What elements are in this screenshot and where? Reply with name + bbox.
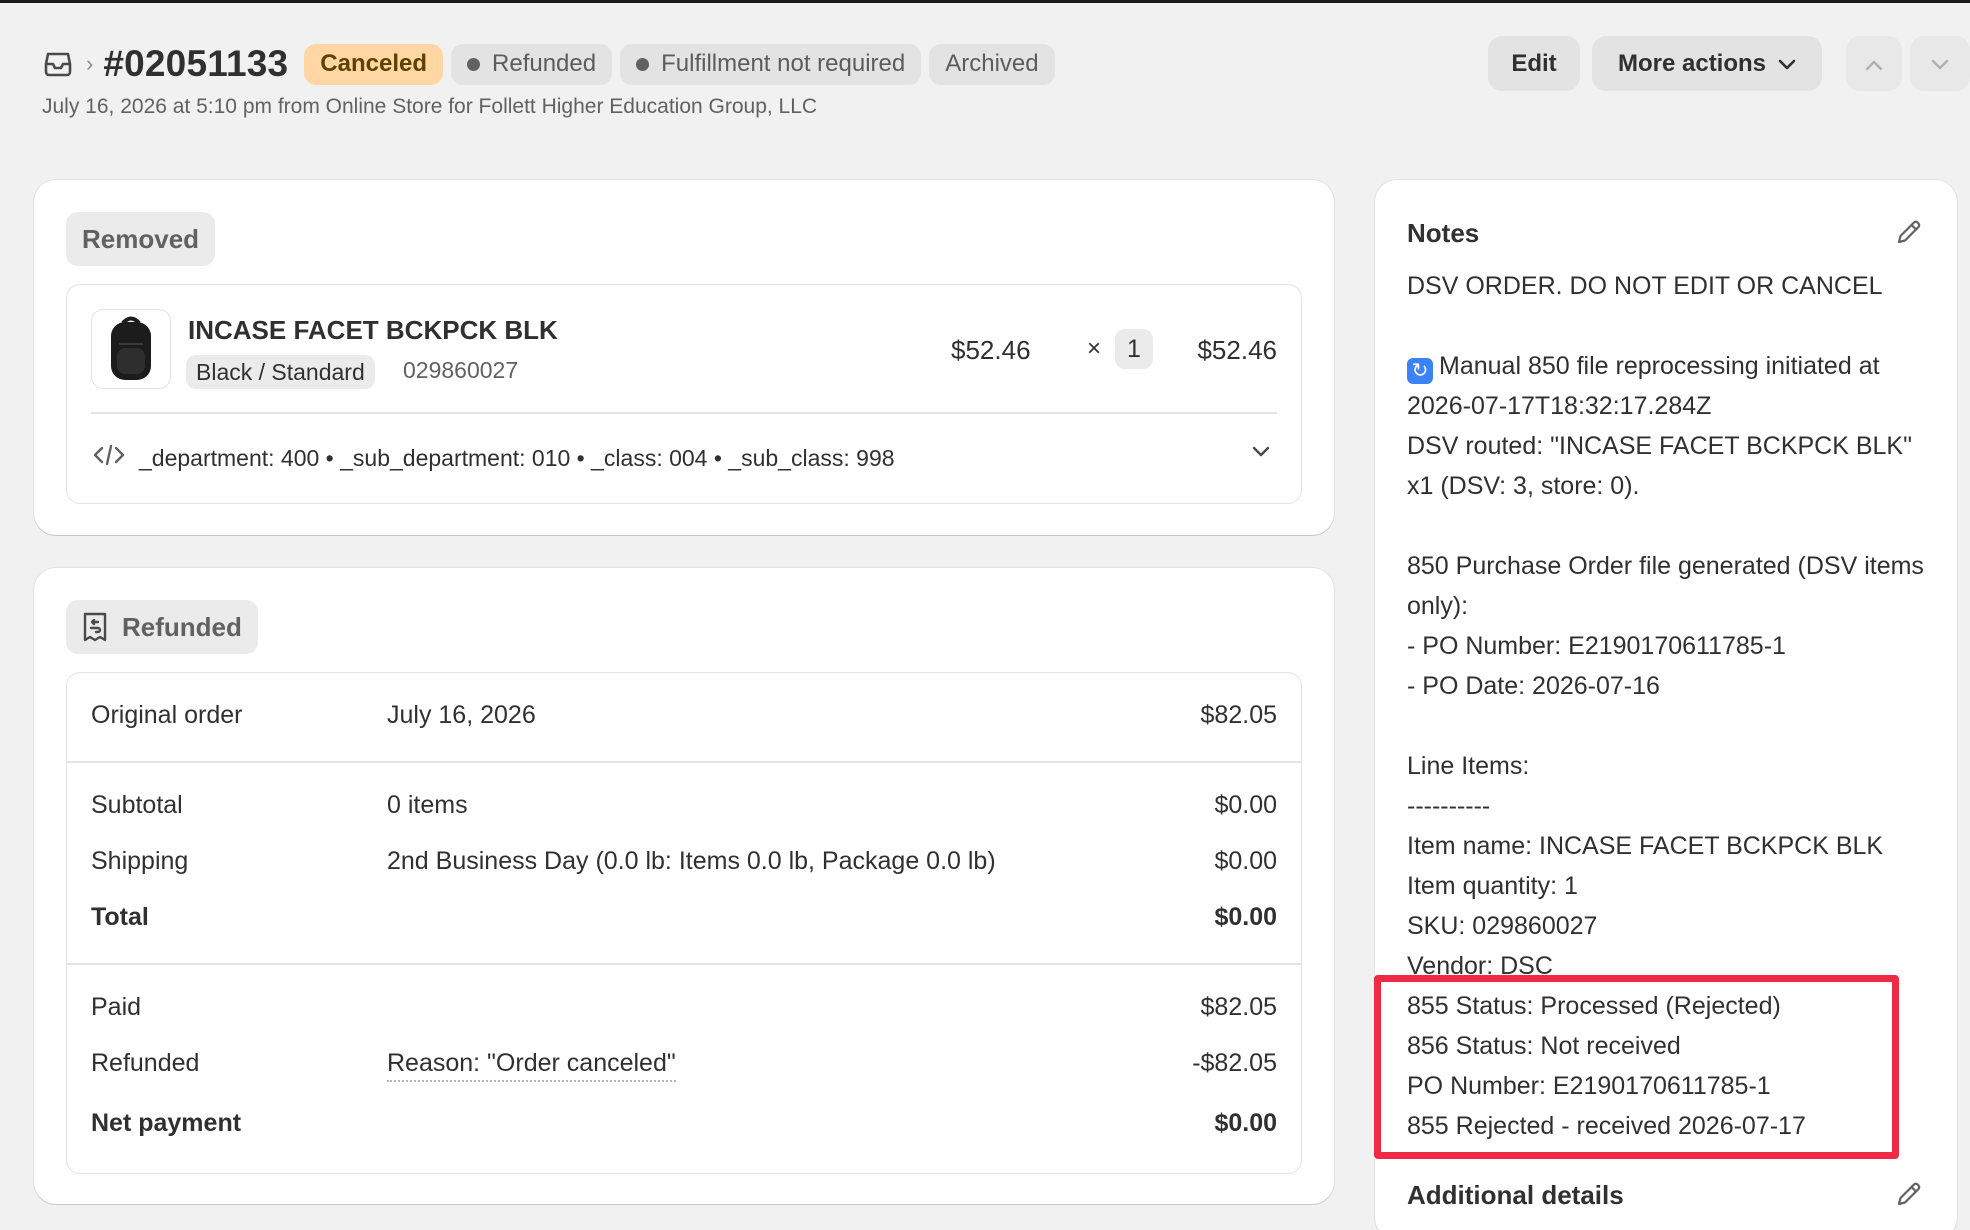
row-amount: $82.05 (1200, 993, 1277, 1021)
note-line (1407, 506, 1927, 546)
row-detail: July 16, 2026 (387, 701, 536, 729)
row-amount: $0.00 (1214, 847, 1277, 875)
chevron-down-icon (1931, 50, 1949, 78)
status-badge-canceled: Canceled (304, 43, 444, 85)
note-line: - PO Date: 2026-07-16 (1407, 672, 1660, 700)
row-detail: 0 items (387, 791, 468, 819)
refresh-icon: ↻ (1407, 358, 1433, 384)
refunded-payment-card: Refunded Original order July 16, 2026 $8… (34, 568, 1334, 1204)
note-line: PO Number: E2190170611785-1 (1407, 1072, 1771, 1100)
unit-price: $52.46 (951, 335, 1031, 365)
note-line: DSV ORDER. DO NOT EDIT OR CANCEL (1407, 272, 1883, 300)
row-label: Shipping (91, 847, 189, 875)
previous-order-button[interactable] (1846, 36, 1902, 91)
row-label: Paid (91, 993, 142, 1021)
quantity-badge: 1 (1115, 329, 1153, 369)
order-number-title: #02051133 (103, 43, 289, 84)
row-label: Refunded (91, 1049, 200, 1077)
row-amount: $0.00 (1214, 903, 1277, 931)
status-dot-icon (467, 57, 481, 71)
row-label: Subtotal (91, 791, 183, 819)
row-amount: $82.05 (1200, 701, 1277, 729)
product-name[interactable]: INCASE FACET BCKPCK BLK (188, 315, 558, 346)
more-actions-label: More actions (1617, 49, 1767, 77)
backpack-image (111, 316, 151, 380)
order-subline: July 16, 2026 at 5:10 pm from Online Sto… (42, 95, 818, 118)
notes-title: Notes (1407, 218, 1480, 248)
pencil-edit-icon[interactable] (1895, 1180, 1923, 1213)
badge-label: Fulfillment not required (661, 50, 906, 77)
note-line: - PO Number: E2190170611785-1 (1407, 632, 1786, 660)
note-line: SKU: 029860027 (1407, 912, 1598, 940)
line-total: $52.46 (1197, 335, 1277, 365)
note-line: Line Items: (1407, 752, 1530, 780)
page-header: › #02051133 Canceled Refunded Fulfillmen… (42, 40, 1063, 88)
payment-summary: Original order July 16, 2026 $82.05 Subt… (66, 672, 1302, 1174)
status-badge-archived: Archived (929, 43, 1055, 85)
divider (67, 963, 1301, 965)
multiply-sign: × (1087, 335, 1102, 362)
note-line: ↻ Manual 850 file reprocessing initiated … (1407, 346, 1927, 426)
row-label: Original order (91, 701, 243, 729)
note-line (1407, 306, 1927, 346)
note-line-text: Manual 850 file reprocessing initiated a… (1407, 352, 1880, 420)
note-line: 856 Status: Not received (1407, 1032, 1681, 1060)
row-label: Net payment (91, 1109, 242, 1137)
note-line (1407, 706, 1927, 746)
more-actions-button[interactable]: More actions (1592, 36, 1822, 91)
row-amount: $0.00 (1214, 791, 1277, 819)
additional-details-title: Additional details (1407, 1180, 1624, 1210)
next-order-button[interactable] (1910, 36, 1970, 91)
row-amount: -$82.05 (1192, 1049, 1277, 1077)
note-line: Vendor: DSC (1407, 952, 1553, 980)
code-icon (93, 443, 125, 472)
divider (91, 412, 1277, 414)
removed-label-text: Removed (82, 223, 200, 254)
note-line: Item quantity: 1 (1407, 872, 1578, 900)
pencil-edit-icon[interactable] (1895, 218, 1923, 251)
chevron-down-icon (1778, 50, 1796, 78)
row-detail: 2nd Business Day (0.0 lb: Items 0.0 lb, … (387, 847, 996, 875)
variant-badge: Black / Standard (186, 355, 375, 389)
notes-content: DSV ORDER. DO NOT EDIT OR CANCEL ↻ Manual… (1407, 266, 1927, 1146)
row-label: Total (91, 903, 149, 931)
window-top-border (0, 0, 1970, 3)
product-thumbnail[interactable] (91, 309, 171, 389)
note-line: Item name: INCASE FACET BCKPCK BLK (1407, 832, 1884, 860)
row-amount: $0.00 (1214, 1109, 1277, 1137)
note-line: 855 Rejected - received 2026-07-17 (1407, 1112, 1806, 1140)
note-line: 855 Status: Processed (Rejected) (1407, 992, 1781, 1020)
status-badge-refunded: Refunded (451, 43, 613, 85)
refunded-label-text: Refunded (122, 611, 242, 642)
status-dot-icon (636, 57, 650, 71)
badge-label: Refunded (492, 50, 597, 77)
line-item-attributes: _department: 400 • _sub_department: 010 … (139, 445, 895, 471)
removed-items-card: Removed INCASE FACET BCKPCK BLK Black / … (34, 180, 1334, 535)
receipt-refund-icon (82, 612, 108, 642)
status-badge-fulfillment: Fulfillment not required (620, 43, 922, 85)
refund-reason[interactable]: Reason: "Order canceled" (387, 1049, 676, 1082)
breadcrumb-chevron-icon: › (86, 51, 94, 76)
note-line: DSV routed: "INCASE FACET BCKPCK BLK" x1… (1407, 432, 1912, 500)
orders-inbox-icon[interactable] (42, 48, 74, 80)
divider (67, 761, 1301, 763)
product-sku: 029860027 (403, 357, 519, 383)
refunded-label: Refunded (66, 600, 258, 654)
removed-label: Removed (66, 212, 216, 266)
removed-line-item: INCASE FACET BCKPCK BLK Black / Standard… (66, 284, 1302, 504)
edit-button[interactable]: Edit (1488, 36, 1580, 91)
note-line: 850 Purchase Order file generated (DSV i… (1407, 552, 1924, 620)
notes-card: Notes DSV ORDER. DO NOT EDIT OR CANCEL ↻… (1375, 180, 1957, 1230)
chevron-down-icon[interactable] (1251, 445, 1271, 464)
chevron-up-icon (1865, 50, 1883, 78)
note-line: ---------- (1407, 792, 1491, 820)
